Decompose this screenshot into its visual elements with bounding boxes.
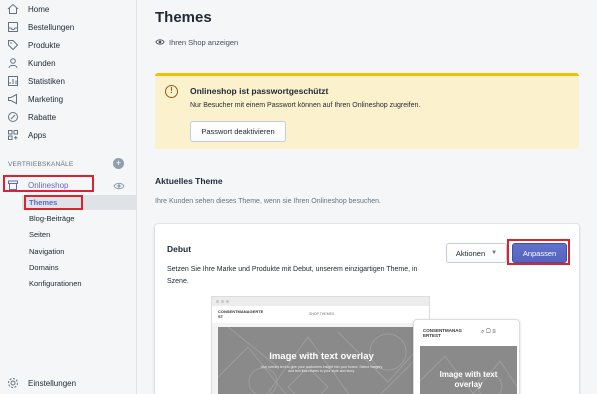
browser-dot — [216, 300, 219, 303]
current-theme-description: Ihre Kunden sehen dieses Theme, wenn sie… — [155, 198, 381, 205]
sidebar: Home Bestellungen Produkte Kunden Statis… — [0, 0, 137, 394]
mobile-preview: CONSENTMANAG ERTEST ⌕ ▢ ≡ Image with tex… — [413, 319, 520, 394]
sidebar-subitem-navigation[interactable]: Navigation — [29, 247, 64, 256]
caret-down-icon: ▼ — [491, 250, 498, 256]
preview-hero-title: Image with text overlay — [269, 351, 374, 362]
apps-icon — [6, 128, 20, 142]
sidebar-item-label: Einstellungen — [28, 378, 77, 388]
mobile-hero-title: Image with text overlay — [439, 370, 498, 389]
preview-hero-subtitle: Use overlay text to give your customers … — [260, 365, 383, 373]
preview-brand: CONSENTMANAGERTE ST — [218, 309, 264, 319]
sidebar-subitem-blog-posts[interactable]: Blog-Beiträge — [29, 214, 74, 223]
home-icon — [6, 2, 20, 16]
mobile-brand: CONSENTMANAG ERTEST — [423, 328, 462, 338]
mobile-hero: Image with text overlay — [420, 346, 517, 394]
actions-label: Aktionen — [455, 248, 486, 258]
sidebar-subitem-preferences[interactable]: Konfigurationen — [29, 279, 82, 288]
sidebar-item-label: Apps — [28, 130, 47, 140]
view-store-eye-icon[interactable] — [113, 179, 125, 191]
current-theme-heading: Aktuelles Theme — [155, 176, 223, 186]
sidebar-item-customers[interactable]: Kunden — [0, 54, 56, 72]
sidebar-item-orders[interactable]: Bestellungen — [0, 18, 74, 36]
discount-icon — [6, 110, 20, 124]
highlight-customize — [507, 239, 570, 265]
view-store-link[interactable]: Ihren Shop anzeigen — [155, 37, 238, 47]
preview-header: CONSENTMANAGERTE ST SHOP THEMES — [212, 306, 429, 323]
sidebar-item-label: Home — [28, 4, 50, 14]
sidebar-item-label: Kunden — [28, 58, 56, 68]
browser-dot — [221, 300, 224, 303]
highlight-themes — [24, 195, 83, 210]
analytics-icon — [6, 74, 20, 88]
sidebar-item-label: Statistiken — [28, 76, 65, 86]
add-channel-icon[interactable]: + — [113, 158, 124, 169]
banner-text: Nur Besucher mit einem Passwort können a… — [190, 102, 421, 109]
sidebar-item-settings[interactable]: Einstellungen — [0, 374, 76, 392]
sidebar-item-label: Bestellungen — [28, 22, 75, 32]
sidebar-item-label: Rabatte — [28, 112, 57, 122]
sidebar-item-discounts[interactable]: Rabatte — [0, 108, 56, 126]
main-content: Themes Ihren Shop anzeigen ! Onlineshop … — [138, 0, 597, 394]
eye-icon — [155, 39, 165, 45]
tag-icon — [6, 38, 20, 52]
sidebar-item-analytics[interactable]: Statistiken — [0, 72, 65, 90]
customer-icon — [6, 56, 20, 70]
preview-hero: Image with text overlay Use overlay text… — [218, 327, 425, 394]
gear-icon — [6, 376, 20, 390]
disable-password-button[interactable]: Passwort deaktivieren — [190, 121, 286, 142]
page-title: Themes — [155, 9, 212, 26]
sidebar-subitem-domains[interactable]: Domains — [29, 263, 59, 272]
theme-name: Debut — [167, 244, 192, 254]
warning-icon: ! — [165, 85, 178, 98]
marketing-icon — [6, 92, 20, 106]
highlight-online-store — [3, 175, 94, 192]
preview-nav: SHOP THEMES — [309, 312, 335, 316]
orders-icon — [6, 20, 20, 34]
browser-bar — [212, 297, 429, 306]
theme-description: Setzen Sie Ihre Marke und Produkte mit D… — [167, 266, 418, 285]
sidebar-item-products[interactable]: Produkte — [0, 36, 60, 54]
sidebar-item-label: Produkte — [28, 40, 61, 50]
sidebar-item-apps[interactable]: Apps — [0, 126, 46, 144]
sidebar-item-marketing[interactable]: Marketing — [0, 90, 63, 108]
sales-channels-label: VERTRIEBSKANÄLE — [8, 161, 74, 168]
mobile-header-icons: ⌕ ▢ ≡ — [481, 329, 496, 335]
theme-card: Debut Setzen Sie Ihre Marke und Produkte… — [155, 224, 579, 394]
password-banner: ! Onlineshop ist passwortgeschützt Nur B… — [155, 73, 579, 149]
banner-title: Onlineshop ist passwortgeschützt — [190, 86, 329, 96]
sidebar-item-label: Marketing — [28, 94, 64, 104]
actions-dropdown[interactable]: Aktionen ▼ — [446, 243, 507, 263]
sidebar-item-home[interactable]: Home — [0, 0, 49, 18]
sidebar-subitem-pages[interactable]: Seiten — [29, 230, 50, 239]
browser-dot — [226, 300, 229, 303]
desktop-preview: CONSENTMANAGERTE ST SHOP THEMES Image wi… — [211, 296, 430, 394]
view-store-label: Ihren Shop anzeigen — [169, 37, 239, 47]
